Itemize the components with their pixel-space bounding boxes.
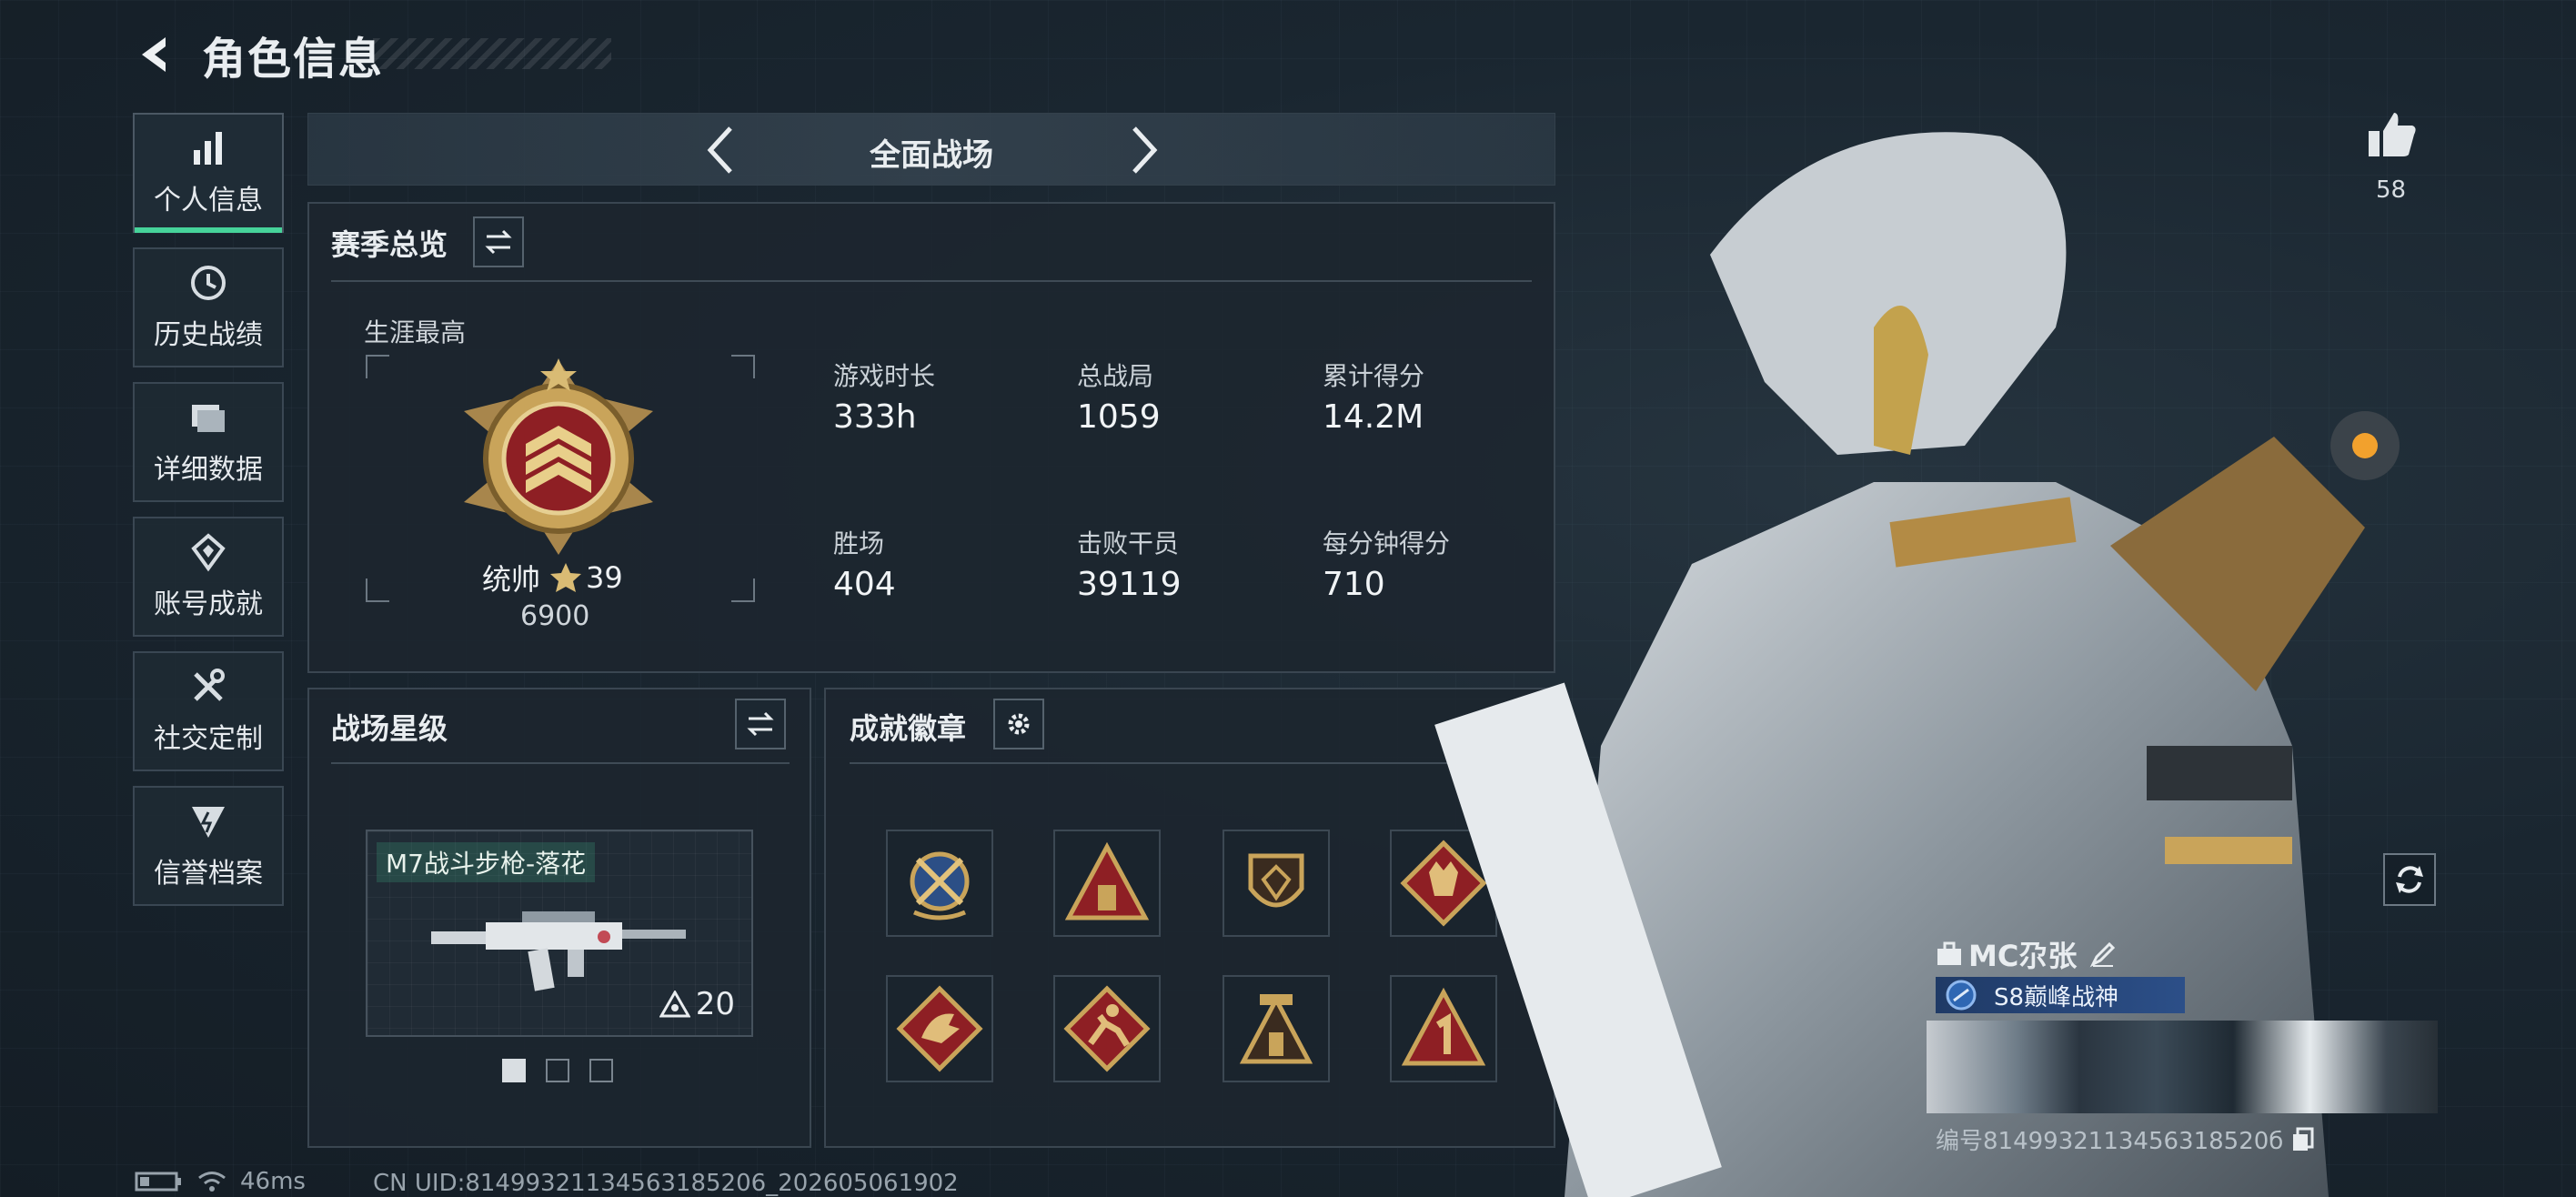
next-mode-arrow-icon[interactable] [1116,123,1167,177]
badge-runner[interactable] [1053,975,1161,1082]
stat-value-total-matches: 1059 [1077,398,1161,436]
shield-icon [192,807,225,838]
star-icon [550,563,582,592]
badge-tower[interactable] [1223,975,1330,1082]
tower-badge-icon [1239,994,1313,1064]
edit-pencil-icon[interactable] [2089,940,2117,968]
like-count: 58 [2376,176,2407,204]
rank-name: 统帅 [482,562,541,597]
player-id-row: 编号8149932113456318520б [1936,1122,2316,1156]
runner-badge-icon [1063,985,1151,1072]
achievements-settings-button[interactable] [993,699,1044,749]
badge-shield-mask[interactable] [1223,830,1330,937]
stat-label-total-matches: 总战局 [1077,361,1154,391]
player-banner-image [1927,1021,2438,1113]
thumbs-up-icon[interactable] [2365,107,2420,162]
achievements-title: 成就徽章 [850,711,967,746]
stat-value-operators-defeated: 39119 [1077,566,1182,603]
title-emblem-icon [1946,980,1977,1011]
switch-icon [485,229,512,255]
title-badge-label: S8巅峰战神 [1994,983,2119,1011]
level-triangle-icon [659,991,690,1018]
rifle-image [431,911,686,991]
crossed-guns-badge-icon [910,851,970,920]
shield-mask-badge-icon [1248,853,1304,908]
sidebar-item-label: 个人信息 [154,185,263,216]
header-decoration [373,38,611,69]
copy-icon[interactable] [2290,1127,2316,1152]
folder-icon [192,405,225,432]
tools-icon [194,669,225,701]
page-dot[interactable] [546,1059,569,1082]
sidebar-item-social[interactable]: 社交定制 [133,651,284,771]
gear-icon [1008,713,1030,735]
rank-points: 6900 [520,600,590,632]
wifi-icon [198,1172,226,1192]
page-header: 角色信息 [135,27,384,85]
overview-switch-button[interactable] [473,216,524,267]
rotate-model-button[interactable] [2383,853,2436,906]
sidebar-item-history[interactable]: 历史战绩 [133,247,284,367]
uid-text: CN UID:81499321134563185206_202605061902 [373,1170,959,1197]
sidebar-item-label: 账号成就 [154,588,263,620]
badge-dragon[interactable] [886,975,993,1082]
frame-corner [731,355,755,378]
status-bar: 46ms [135,1168,306,1195]
rank-emblem-icon [464,358,653,555]
frame-corner [366,355,389,378]
sidebar-item-label: 信誉档案 [154,858,263,890]
briefcase-icon [1937,941,1961,965]
rank-stars: 39 [586,560,623,595]
sidebar-item-achievements[interactable]: 账号成就 [133,517,284,637]
stat-value-playtime: 333h [833,398,917,436]
player-id: 编号8149932113456318520б [1936,1128,2284,1155]
weapon-name: M7战斗步枪-落花 [377,842,596,882]
bar-chart-icon [194,132,222,165]
sidebar-item-detailed-data[interactable]: 详细数据 [133,382,284,502]
page-dot-active[interactable] [502,1059,526,1082]
divider [331,280,1532,282]
sidebar-item-personal-info[interactable]: 个人信息 [133,113,284,233]
frame-corner [366,578,389,602]
sidebar-item-credit[interactable]: 信誉档案 [133,786,284,906]
sidebar-item-label: 历史战绩 [154,319,263,351]
weapon-level-value: 20 [695,986,735,1022]
achievement-icon [191,533,226,572]
stat-label-operators-defeated: 击败干员 [1077,528,1180,558]
page-dot[interactable] [589,1059,613,1082]
dragon-badge-icon [896,985,983,1072]
star-level-title: 战场星级 [331,711,448,746]
battery-icon [135,1172,181,1192]
player-name: MC尕张 [1968,939,2078,973]
stat-label-playtime: 游戏时长 [833,361,936,391]
player-name-row: MC尕张 [1936,933,2117,975]
page-title: 角色信息 [202,34,385,85]
sidebar-item-label: 社交定制 [154,723,263,755]
switch-icon [747,711,774,737]
history-icon [191,266,226,300]
stat-label-wins: 胜场 [833,528,885,558]
sidebar-item-label: 详细数据 [154,454,263,486]
career-best-label: 生涯最高 [364,317,467,347]
triangle-badge-icon [1064,841,1150,920]
title-badge: S8巅峰战神 [1936,977,2185,1013]
ping-value: 46ms [240,1168,306,1195]
weapon-card[interactable]: M7战斗步枪-落花 20 [366,830,753,1037]
weapon-level: 20 [659,986,735,1022]
season-overview-title: 赛季总览 [331,227,448,262]
frame-corner [731,578,755,602]
divider [331,762,790,764]
star-level-switch-button[interactable] [735,699,786,749]
back-arrow-icon[interactable] [135,34,176,75]
rank-line: 统帅 39 [482,557,623,598]
stat-value-wins: 404 [833,566,896,603]
badge-crossed-guns[interactable] [886,830,993,937]
rotate-icon [2396,866,2423,893]
badge-triangle-gold[interactable] [1053,830,1161,937]
